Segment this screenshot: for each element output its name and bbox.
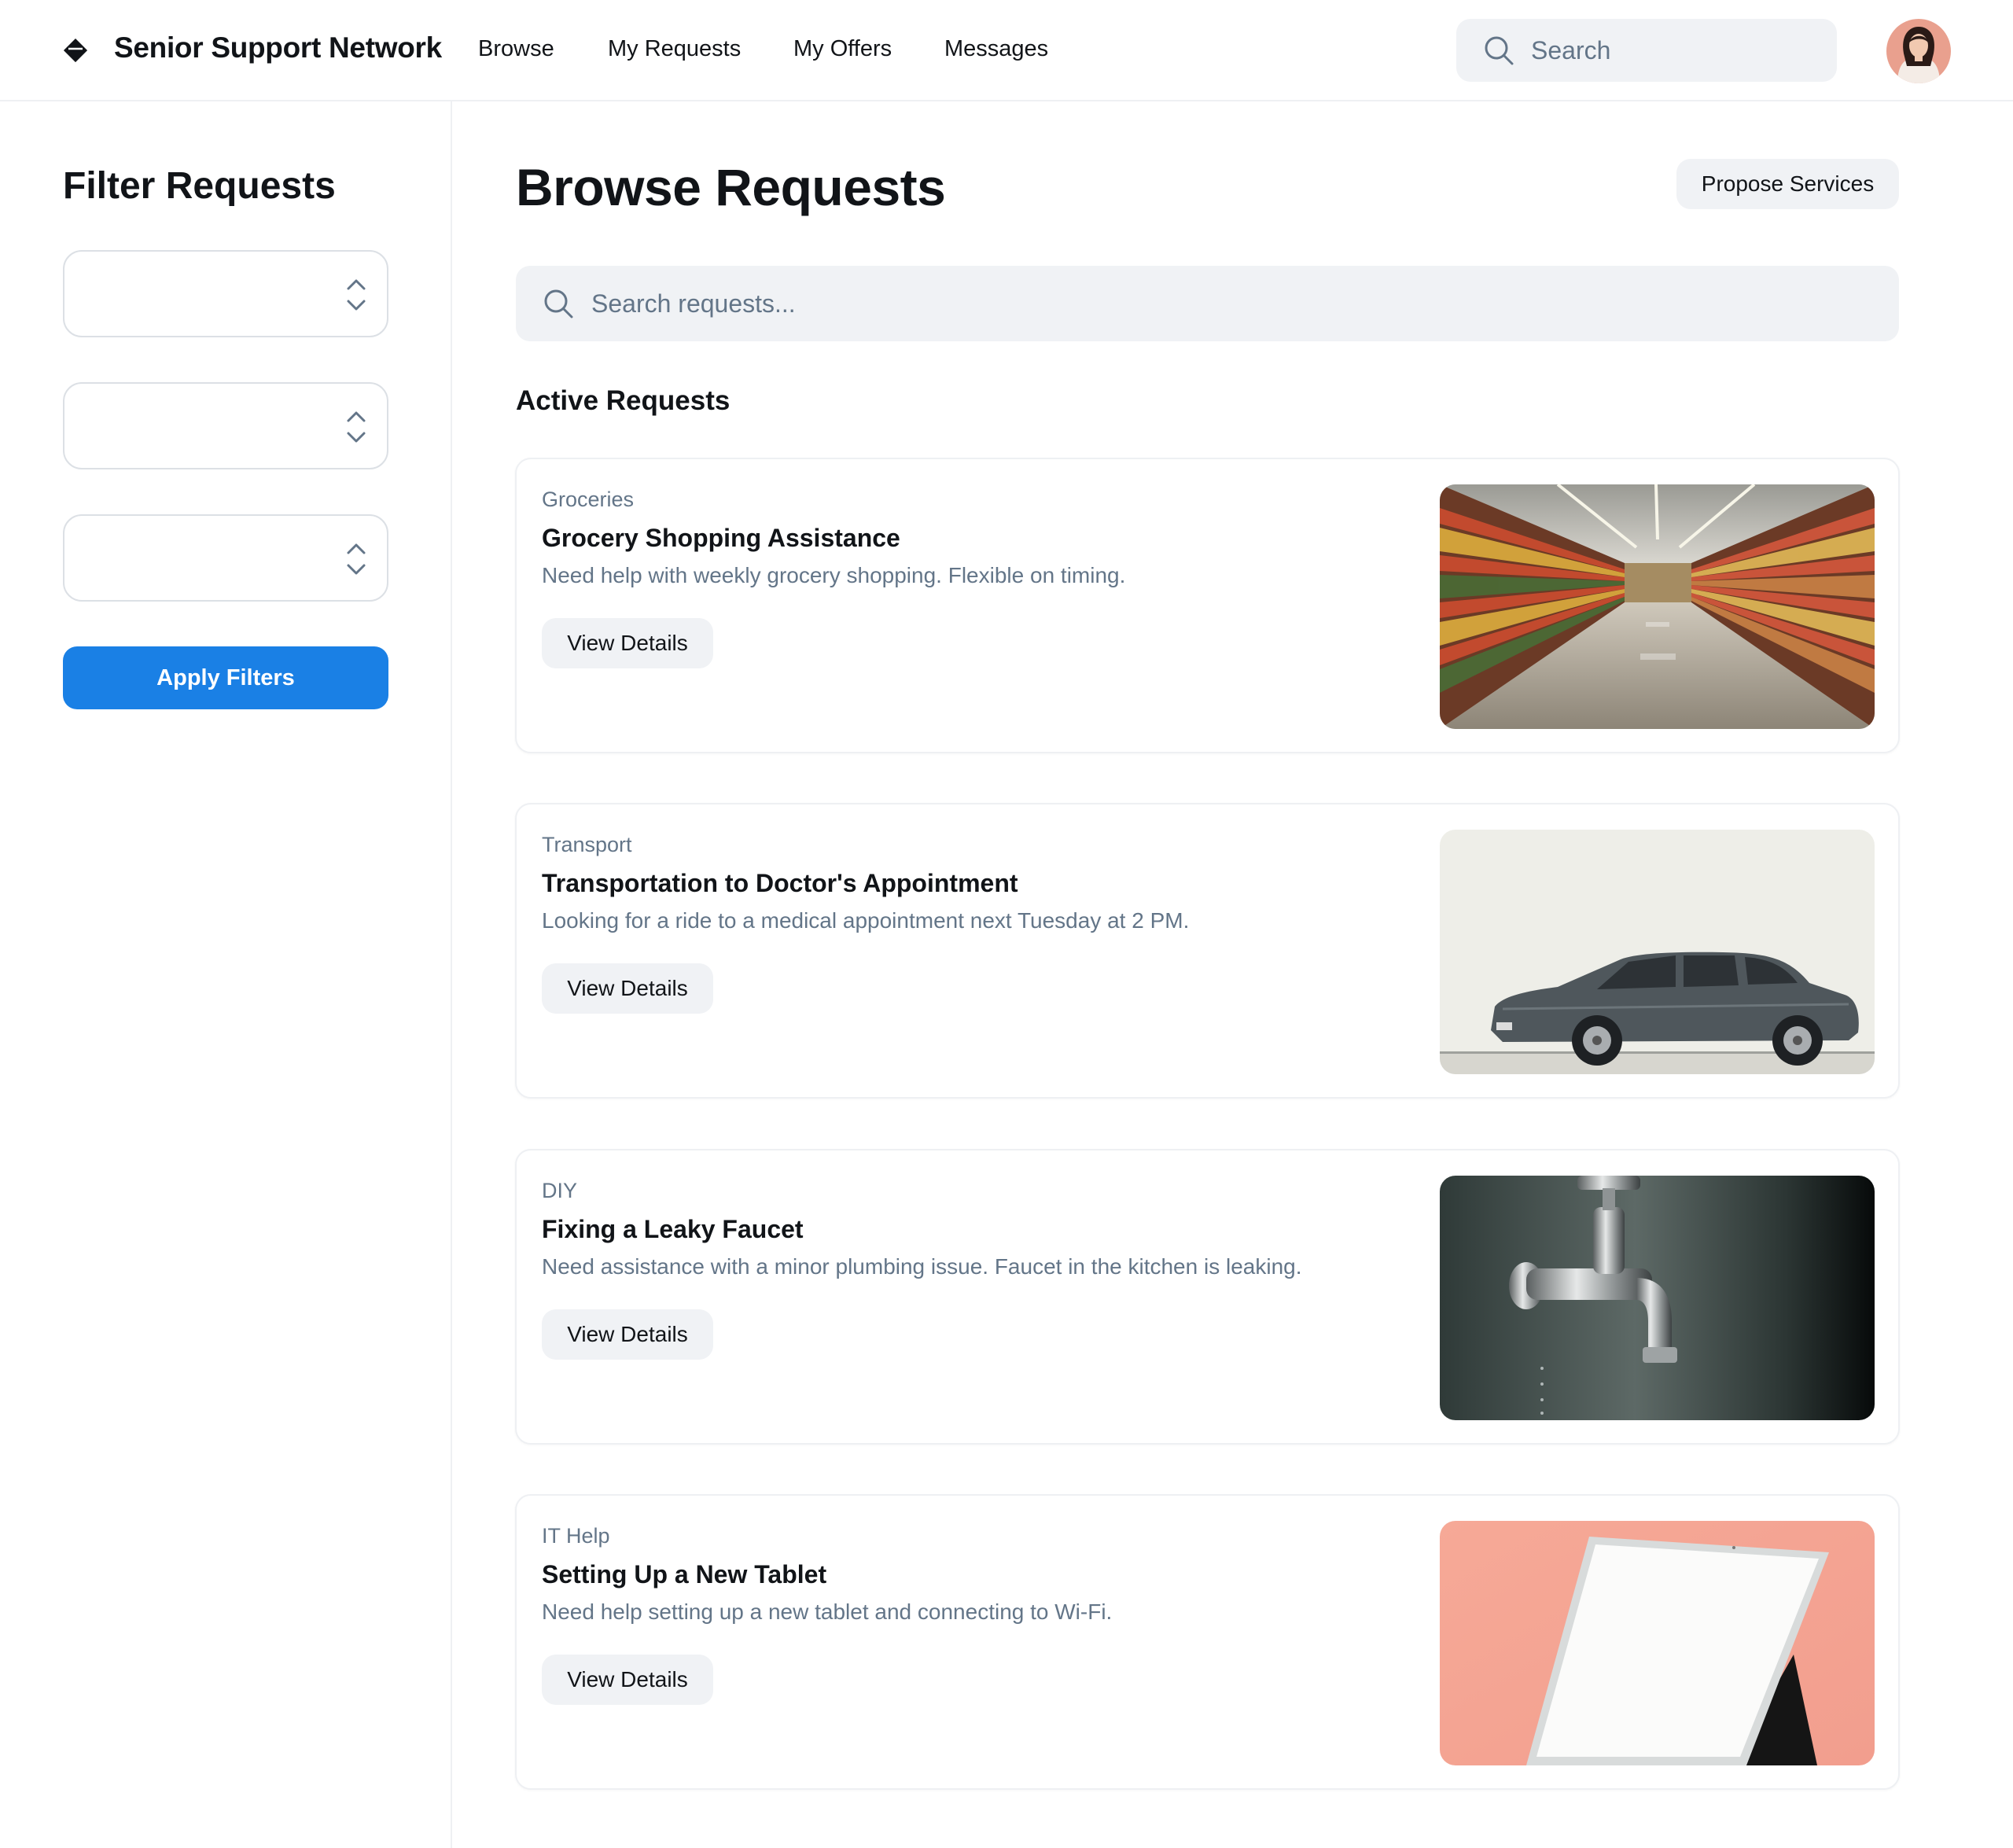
request-category: DIY	[542, 1179, 578, 1202]
view-details-button[interactable]: View Details	[542, 618, 713, 668]
request-title: Fixing a Leaky Faucet	[542, 1215, 804, 1243]
requests-search-box[interactable]	[516, 266, 1899, 341]
filter-select-1[interactable]	[63, 250, 388, 337]
request-card: DIY Fixing a Leaky Faucet Need assistanc…	[515, 1149, 1900, 1445]
filter-title: Filter Requests	[63, 165, 336, 207]
page-title: Browse Requests	[516, 158, 946, 216]
top-navigation-bar: Senior Support Network Browse My Request…	[0, 0, 2013, 101]
nav-my-requests[interactable]: My Requests	[608, 36, 741, 62]
car-image	[1440, 830, 1875, 1074]
request-title: Grocery Shopping Assistance	[542, 524, 900, 552]
chevron-up-down-icon	[347, 279, 366, 311]
request-category: Groceries	[542, 488, 635, 511]
user-avatar[interactable]	[1886, 19, 1951, 83]
tablet-image	[1440, 1521, 1875, 1765]
view-details-button[interactable]: View Details	[542, 1655, 713, 1705]
request-category: Transport	[542, 833, 632, 856]
request-description: Need assistance with a minor plumbing is…	[542, 1254, 1302, 1279]
nav-my-offers[interactable]: My Offers	[793, 36, 892, 62]
view-details-button[interactable]: View Details	[542, 1309, 713, 1360]
request-description: Looking for a ride to a medical appointm…	[542, 908, 1190, 933]
grocery-aisle-image	[1440, 484, 1875, 729]
nav-messages[interactable]: Messages	[944, 36, 1048, 62]
request-description: Need help with weekly grocery shopping. …	[542, 563, 1126, 587]
apply-filters-button[interactable]: Apply Filters	[63, 646, 388, 709]
chevron-up-down-icon	[347, 411, 366, 443]
requests-search-input[interactable]	[591, 266, 1881, 341]
search-icon	[1485, 36, 1514, 65]
diamond-logo-icon	[64, 39, 87, 62]
chevron-up-down-icon	[347, 543, 366, 575]
request-category: IT Help	[542, 1524, 610, 1548]
request-card: IT Help Setting Up a New Tablet Need hel…	[515, 1494, 1900, 1790]
search-icon	[544, 289, 573, 318]
filter-select-3[interactable]	[63, 514, 388, 602]
request-description: Need help setting up a new tablet and co…	[542, 1600, 1113, 1624]
request-card: Groceries Grocery Shopping Assistance Ne…	[515, 458, 1900, 753]
brand-name: Senior Support Network	[114, 31, 442, 64]
nav-browse[interactable]: Browse	[478, 36, 554, 62]
request-card: Transport Transportation to Doctor's App…	[515, 803, 1900, 1099]
request-title: Setting Up a New Tablet	[542, 1560, 827, 1588]
propose-services-button[interactable]: Propose Services	[1676, 159, 1899, 209]
request-title: Transportation to Doctor's Appointment	[542, 869, 1018, 897]
section-title: Active Requests	[516, 385, 730, 416]
header-search-input[interactable]	[1531, 19, 1822, 82]
filter-sidebar: Filter Requests Apply Filters	[0, 101, 452, 1848]
filter-select-2[interactable]	[63, 382, 388, 469]
view-details-button[interactable]: View Details	[542, 963, 713, 1014]
avatar-portrait-icon	[1886, 19, 1951, 83]
header-search-box[interactable]	[1456, 19, 1837, 82]
faucet-image	[1440, 1176, 1875, 1420]
